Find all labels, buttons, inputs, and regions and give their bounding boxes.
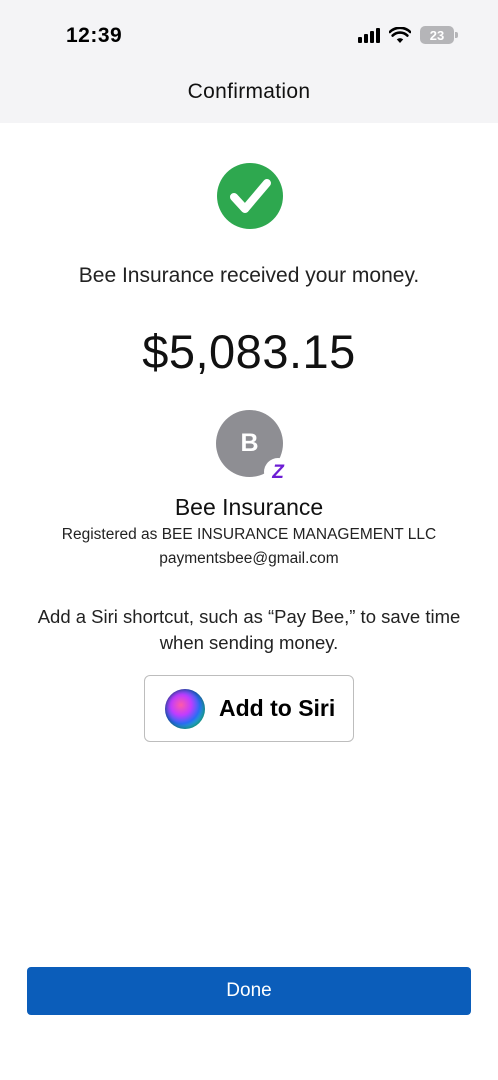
recipient-name: Bee Insurance (174, 494, 324, 520)
recipient-registered-name: Registered as BEE INSURANCE MANAGEMENT L… (61, 526, 437, 543)
confirmation-message: Bee Insurance received your money. (78, 264, 420, 287)
battery-level: 23 (429, 27, 445, 43)
siri-icon (165, 688, 205, 729)
payment-amount: $5,083.15 (142, 325, 356, 378)
done-button[interactable]: Done (27, 967, 471, 1015)
siri-shortcut-prompt: Add a Siri shortcut, such as “Pay Bee,” … (37, 606, 461, 653)
header: 12:39 23 Confirmation (0, 0, 498, 123)
battery-icon: 23 (420, 26, 458, 44)
recipient-email: paymentsbee@gmail.com (159, 550, 339, 567)
zelle-badge-letter: Z (272, 461, 284, 483)
status-icons: 23 (358, 26, 458, 44)
checkmark-circle-icon (217, 163, 283, 229)
signal-icon (358, 27, 380, 43)
add-to-siri-button[interactable]: Add to Siri (144, 675, 354, 742)
status-bar: 12:39 23 (0, 0, 498, 70)
add-to-siri-label: Add to Siri (219, 695, 336, 721)
avatar-initial: B (240, 429, 259, 457)
status-time: 12:39 (66, 24, 123, 47)
page-title: Confirmation (187, 80, 311, 103)
zelle-icon: Z (264, 458, 292, 486)
wifi-icon (389, 26, 411, 43)
